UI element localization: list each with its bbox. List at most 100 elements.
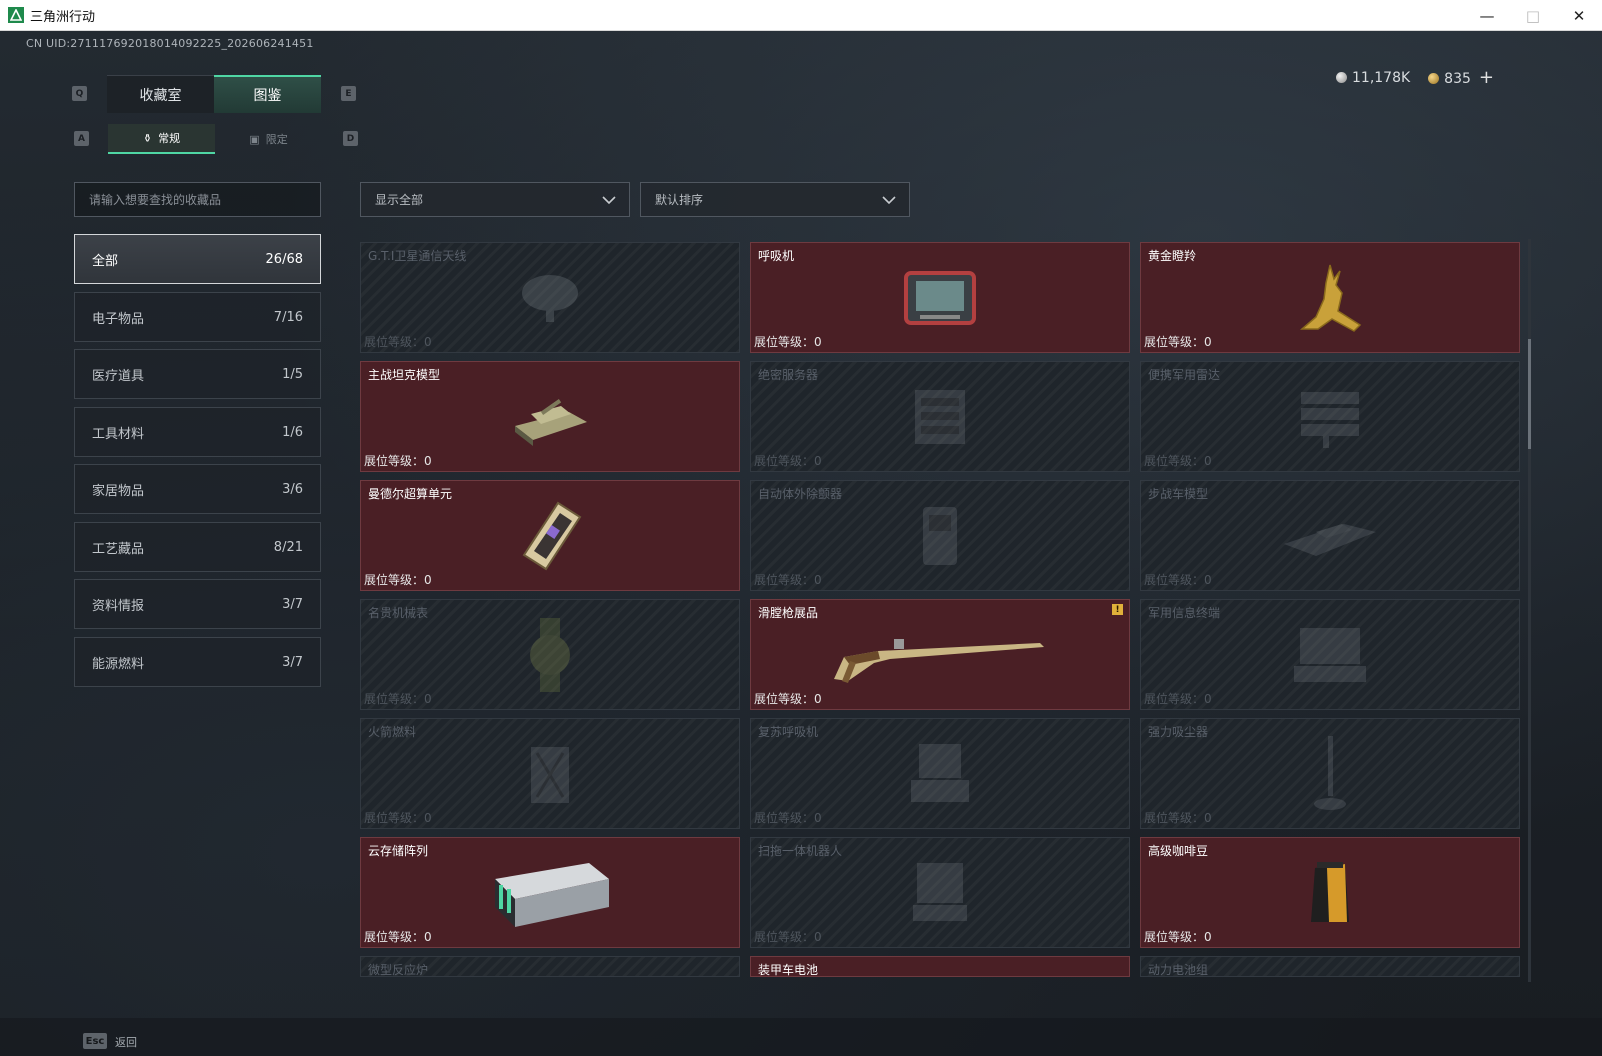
category-label: 家居物品 (92, 483, 145, 499)
category-count: 1/6 (282, 424, 303, 440)
ifv-model-icon (1280, 508, 1380, 564)
silver-coin-icon (1336, 71, 1347, 83)
collection-item-card[interactable]: 微型反应炉 (360, 956, 740, 977)
category-item[interactable]: 工具材料 1/6 (74, 407, 321, 457)
collection-item-card[interactable]: 复苏呼吸机 展位等级：0 (750, 718, 1130, 829)
collection-item-card[interactable]: 动力电池组 (1140, 956, 1520, 977)
collection-item-card[interactable]: 呼吸机 展位等级：0 (750, 242, 1130, 353)
display-level-value: 0 (1204, 573, 1212, 587)
category-label: 全部 (92, 253, 119, 269)
display-level-value: 0 (424, 335, 432, 349)
item-name: 强力吸尘器 (1148, 725, 1209, 739)
bottom-bar (0, 1018, 1602, 1056)
collection-item-card[interactable]: 装甲车电池 (750, 956, 1130, 977)
display-level-label: 展位等级： (754, 811, 815, 825)
category-item[interactable]: 工艺藏品 8/21 (74, 522, 321, 572)
radar-icon (1293, 382, 1367, 452)
item-name: 军用信息终端 (1148, 606, 1221, 620)
silver-amount: 11,178K (1352, 69, 1411, 86)
key-hint-e: E (341, 86, 356, 101)
category-label: 工艺藏品 (92, 541, 145, 557)
item-display-level: 展位等级：0 (754, 809, 822, 826)
picture-icon: ▣ (249, 132, 260, 146)
game-viewport: CN UID:271117692018014092225_20260624145… (0, 31, 1602, 1056)
display-level-value: 0 (424, 573, 432, 587)
collection-item-card[interactable]: 滑膛枪展品 展位等级：0! (750, 599, 1130, 710)
item-name: 主战坦克模型 (368, 368, 441, 382)
collection-item-card[interactable]: 名贵机械表 展位等级：0 (360, 599, 740, 710)
gold-amount: 835 (1444, 71, 1471, 87)
add-currency-button[interactable]: + (1479, 67, 1494, 88)
tab-catalog[interactable]: 图鉴 (214, 75, 321, 113)
category-item[interactable]: 医疗道具 1/5 (74, 349, 321, 399)
collection-item-card[interactable]: 绝密服务器 展位等级：0 (750, 361, 1130, 472)
collection-item-card[interactable]: G.T.I卫星通信天线 展位等级：0 (360, 242, 740, 353)
subtab-limited[interactable]: ▣ 限定 (215, 124, 322, 154)
back-button[interactable]: 返回 (115, 1034, 137, 1050)
category-item[interactable]: 家居物品 3/6 (74, 464, 321, 514)
collection-item-card[interactable]: 扫拖一体机器人 展位等级：0 (750, 837, 1130, 948)
subtab-regular-label: 常规 (158, 132, 181, 145)
storage-array-icon (485, 855, 615, 931)
display-level-value: 0 (1204, 335, 1212, 349)
item-display-level: 展位等级：0 (1144, 809, 1212, 826)
category-item[interactable]: 资料情报 3/7 (74, 579, 321, 629)
display-level-label: 展位等级： (1144, 811, 1205, 825)
close-button[interactable]: ✕ (1556, 0, 1602, 31)
item-display-level: 展位等级：0 (754, 928, 822, 945)
server-icon (905, 382, 975, 452)
collection-item-card[interactable]: 自动体外除颤器 展位等级：0 (750, 480, 1130, 591)
display-level-value: 0 (424, 692, 432, 706)
display-level-label: 展位等级： (754, 692, 815, 706)
sort-dropdown[interactable]: 默认排序 (640, 182, 910, 217)
musket-icon (830, 623, 1050, 687)
scrollbar-thumb[interactable] (1528, 339, 1531, 449)
subtab-regular[interactable]: ⚱ 常规 (108, 124, 215, 154)
display-level-label: 展位等级： (754, 454, 815, 468)
show-filter-dropdown[interactable]: 显示全部 (360, 182, 630, 217)
collection-item-card[interactable]: 主战坦克模型 展位等级：0 (360, 361, 740, 472)
collection-item-card[interactable]: 步战车模型 展位等级：0 (1140, 480, 1520, 591)
watch-icon (524, 617, 576, 692)
category-item[interactable]: 全部 26/68 (74, 234, 321, 284)
item-display-level: 展位等级：0 (754, 690, 822, 707)
category-item[interactable]: 电子物品 7/16 (74, 292, 321, 342)
app-logo-icon (8, 7, 24, 23)
item-name: 曼德尔超算单元 (368, 487, 453, 501)
item-name: 自动体外除颤器 (758, 487, 843, 501)
minimize-button[interactable]: — (1464, 0, 1510, 31)
item-name: 名贵机械表 (368, 606, 429, 620)
coffee-bag-icon (1307, 860, 1353, 926)
collection-item-card[interactable]: 便携军用雷达 展位等级：0 (1140, 361, 1520, 472)
collection-item-card[interactable]: 军用信息终端 展位等级：0 (1140, 599, 1520, 710)
tab-collection-room[interactable]: 收藏室 (107, 75, 214, 113)
display-level-value: 0 (1204, 811, 1212, 825)
display-level-label: 展位等级： (364, 573, 425, 587)
display-level-value: 0 (1204, 930, 1212, 944)
collection-item-card[interactable]: 强力吸尘器展位等级：0 (1140, 718, 1520, 829)
collection-item-card[interactable]: 黄金瞪羚 展位等级：0 (1140, 242, 1520, 353)
chevron-down-icon (882, 196, 896, 205)
maximize-button[interactable]: □ (1510, 0, 1556, 31)
gold-coin-icon (1428, 73, 1440, 84)
collection-item-card[interactable]: 云存储阵列 展位等级：0 (360, 837, 740, 948)
item-name: 高级咖啡豆 (1148, 844, 1209, 858)
supercomputer-unit-icon (510, 497, 590, 575)
category-label: 资料情报 (92, 598, 145, 614)
subtab-limited-label: 限定 (265, 133, 288, 146)
show-filter-value: 显示全部 (375, 193, 424, 207)
key-hint-esc: Esc (83, 1033, 107, 1049)
display-level-label: 展位等级： (364, 454, 425, 468)
category-count: 3/7 (282, 596, 303, 612)
tank-model-icon (509, 382, 591, 452)
search-input[interactable]: 请输入想要查找的收藏品 (74, 182, 321, 217)
collection-item-card[interactable]: 火箭燃料 展位等级：0 (360, 718, 740, 829)
key-hint-d: D (343, 131, 358, 146)
display-level-value: 0 (424, 930, 432, 944)
ventilator-icon (902, 267, 978, 329)
collection-item-card[interactable]: 曼德尔超算单元展位等级：0 (360, 480, 740, 591)
collection-item-card[interactable]: 高级咖啡豆 展位等级：0 (1140, 837, 1520, 948)
item-name: G.T.I卫星通信天线 (368, 249, 467, 263)
currency-bar: 11,178K 835 + (1336, 67, 1494, 88)
category-item[interactable]: 能源燃料 3/7 (74, 637, 321, 687)
